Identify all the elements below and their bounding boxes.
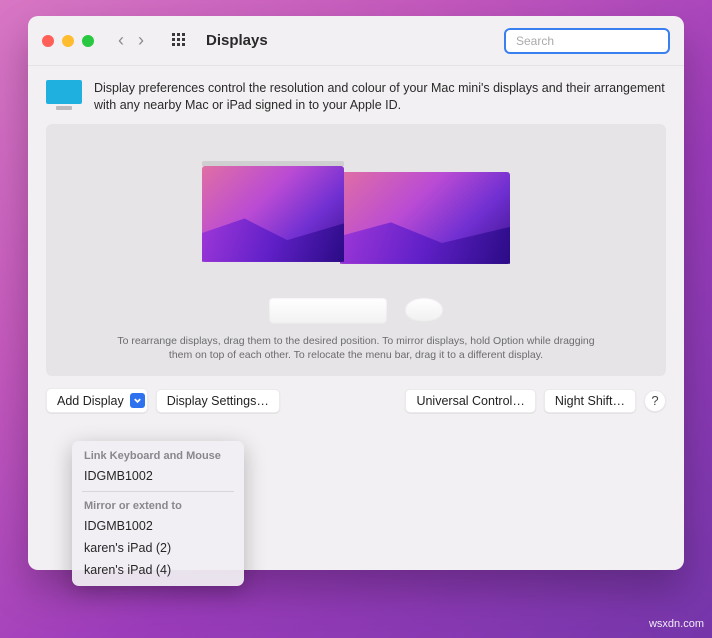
show-all-icon[interactable] (172, 33, 188, 49)
universal-control-button[interactable]: Universal Control… (405, 389, 535, 413)
arrangement-area: To rearrange displays, drag them to the … (46, 124, 666, 376)
help-button[interactable]: ? (644, 390, 666, 412)
search-input[interactable] (516, 34, 671, 48)
titlebar: ‹ › Displays (28, 16, 684, 66)
back-icon[interactable]: ‹ (118, 30, 124, 51)
popover-separator (82, 491, 234, 492)
add-display-popover: Link Keyboard and Mouse IDGMB1002 Mirror… (72, 441, 244, 586)
mouse-icon (405, 298, 443, 322)
forward-icon[interactable]: › (138, 30, 144, 51)
keyboard-icon (269, 298, 387, 324)
peripherals (64, 298, 648, 324)
watermark: wsxdn.com (649, 618, 704, 630)
display-settings-button[interactable]: Display Settings… (156, 389, 280, 413)
display-icon (46, 80, 82, 114)
chevron-down-icon (130, 393, 145, 408)
button-row: Add Display Display Settings… Universal … (46, 388, 666, 413)
add-display-button[interactable]: Add Display (46, 388, 148, 413)
minimize-icon[interactable] (62, 35, 74, 47)
preferences-window: ‹ › Displays Display preferences control… (28, 16, 684, 570)
window-title: Displays (206, 32, 268, 49)
close-icon[interactable] (42, 35, 54, 47)
popover-section-header: Mirror or extend to (72, 496, 244, 515)
zoom-icon[interactable] (82, 35, 94, 47)
popover-item[interactable]: karen's iPad (4) (72, 559, 244, 581)
display-primary[interactable] (202, 166, 344, 262)
nav-arrows: ‹ › (118, 30, 144, 51)
night-shift-button[interactable]: Night Shift… (544, 389, 636, 413)
display-thumbnails (64, 166, 648, 264)
display-secondary[interactable] (340, 172, 510, 264)
popover-item[interactable]: IDGMB1002 (72, 515, 244, 537)
intro-row: Display preferences control the resoluti… (46, 80, 666, 114)
popover-section-header: Link Keyboard and Mouse (72, 446, 244, 465)
popover-item[interactable]: IDGMB1002 (72, 465, 244, 487)
popover-item[interactable]: karen's iPad (2) (72, 537, 244, 559)
search-field[interactable] (504, 28, 670, 54)
traffic-lights (42, 35, 94, 47)
hint-text: To rearrange displays, drag them to the … (64, 334, 648, 362)
intro-text: Display preferences control the resoluti… (94, 80, 666, 114)
